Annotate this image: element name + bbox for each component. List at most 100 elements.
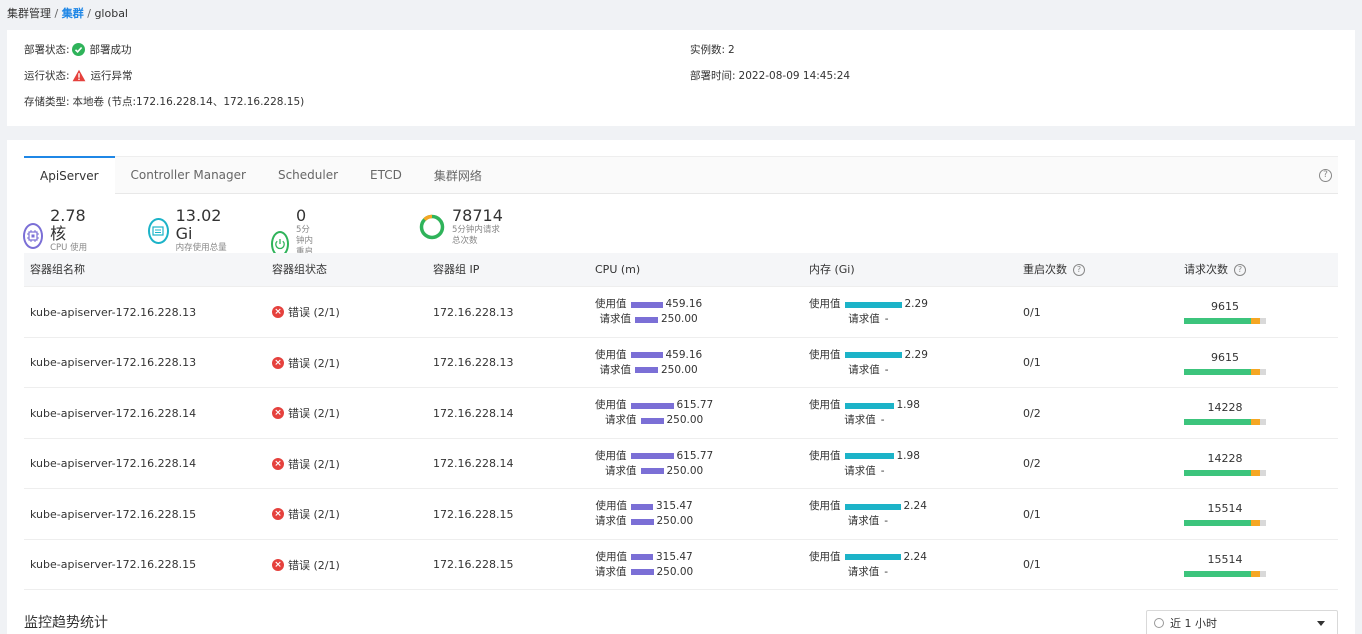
cpu-used-bar xyxy=(630,453,674,459)
success-check-icon xyxy=(71,43,85,56)
pod-ip: 172.16.228.13 xyxy=(433,356,514,369)
cpu-used-value: 459.16 xyxy=(665,348,703,361)
col-name: 容器组名称 xyxy=(30,263,85,276)
request-distribution-bar xyxy=(1184,368,1266,375)
col-restarts: 重启次数? xyxy=(1023,253,1085,287)
requests-help-icon[interactable]: ? xyxy=(1234,264,1246,276)
pod-status: × 错误 (2/1) xyxy=(272,540,340,590)
deploy-status-value: 部署成功 xyxy=(89,44,132,56)
pod-name[interactable]: kube-apiserver-172.16.228.13 xyxy=(30,338,196,388)
request-count: 9615 xyxy=(1184,338,1266,388)
cpu-request-value: 250.00 xyxy=(661,313,698,325)
col-status: 容器组状态 xyxy=(272,263,327,276)
trend-title: 监控趋势统计 xyxy=(24,615,108,631)
pod-status-text: 错误 (2/1) xyxy=(288,356,340,370)
stat-requests: 78714 5分钟内请求总次数 xyxy=(419,207,503,247)
table-header: 容器组名称 容器组状态 容器组 IP CPU (m) 内存 (Gi) 重启次数?… xyxy=(24,253,1338,287)
mem-request-value: - xyxy=(884,515,889,527)
mem-request-value: - xyxy=(884,363,889,376)
error-icon: × xyxy=(272,407,284,419)
col-requests: 请求次数? xyxy=(1184,253,1246,287)
col-ip: 容器组 IP xyxy=(433,263,480,276)
mem-request-value: - xyxy=(880,464,885,477)
cpu-used-value: 459.16 xyxy=(665,298,703,310)
restart-count: 0/1 xyxy=(1023,558,1041,571)
tab-controller-manager[interactable]: Controller Manager xyxy=(115,156,262,194)
error-icon: × xyxy=(272,508,284,520)
table-row: kube-apiserver-172.16.228.15 × 错误 (2/1) 172… xyxy=(24,489,1338,540)
request-count-value: 15514 xyxy=(1207,552,1243,566)
pod-name[interactable]: kube-apiserver-172.16.228.14 xyxy=(30,439,196,489)
request-distribution-bar xyxy=(1184,469,1266,476)
deploy-status: 部署状态: 部署成功 xyxy=(24,42,132,57)
cpu-request-value: 250.00 xyxy=(661,363,698,376)
cpu-metric: 使用值 615.77 请求值 250.00 xyxy=(595,388,713,438)
mem-used-bar xyxy=(844,352,902,358)
pod-name[interactable]: kube-apiserver-172.16.228.15 xyxy=(30,489,196,539)
instances: 实例数: 2 xyxy=(690,42,735,57)
tab-scheduler[interactable]: Scheduler xyxy=(262,156,354,194)
instances-label: 实例数: xyxy=(690,44,726,56)
cpu-request-bar xyxy=(630,518,654,525)
mem-used-bar xyxy=(844,301,902,308)
mem-used-label: 使用值 xyxy=(809,399,841,411)
breadcrumb-root[interactable]: 集群管理 xyxy=(7,7,51,20)
stat-memory: 13.02 Gi 内存使用总量 xyxy=(148,207,227,254)
pod-name[interactable]: kube-apiserver-172.16.228.15 xyxy=(30,540,196,590)
cpu-used-bar xyxy=(630,402,674,409)
pod-name[interactable]: kube-apiserver-172.16.228.13 xyxy=(30,287,196,337)
table-row: kube-apiserver-172.16.228.14 × 错误 (2/1) 172… xyxy=(24,439,1338,489)
request-distribution-bar xyxy=(1184,419,1266,425)
request-count-value: 14228 xyxy=(1207,451,1243,465)
ring-icon xyxy=(419,214,445,240)
cpu-used-label: 使用值 xyxy=(595,298,627,310)
tab-apiserver[interactable]: ApiServer xyxy=(24,156,115,194)
pod-status-text: 错误 (2/1) xyxy=(288,407,340,420)
table-row: kube-apiserver-172.16.228.13 × 错误 (2/1) 172… xyxy=(24,287,1338,338)
mem-used-label: 使用值 xyxy=(809,348,841,361)
request-distribution-bar xyxy=(1184,520,1266,526)
mem-used-label: 使用值 xyxy=(809,298,841,310)
warning-triangle-icon xyxy=(72,69,86,82)
component-panel: ApiServer Controller Manager Scheduler E… xyxy=(7,140,1355,634)
deploy-time-value: 2022-08-09 14:45:24 xyxy=(738,69,851,82)
time-range-select[interactable]: 近 1 小时 xyxy=(1146,610,1338,634)
restarts-help-icon[interactable]: ? xyxy=(1073,264,1085,276)
deploy-time-label: 部署时间: xyxy=(690,70,736,82)
pod-status-text: 错误 (2/1) xyxy=(288,306,340,319)
col-requests-label: 请求次数 xyxy=(1184,263,1228,276)
cpu-request-value: 250.00 xyxy=(656,515,694,527)
pod-name[interactable]: kube-apiserver-172.16.228.14 xyxy=(30,388,196,438)
memory-metric: 使用值 1.98 请求值 - xyxy=(809,439,920,489)
mem-used-value: 2.24 xyxy=(903,550,927,563)
pod-status: × 错误 (2/1) xyxy=(272,388,340,438)
help-icon[interactable]: ? xyxy=(1319,169,1332,182)
memory-icon xyxy=(148,217,169,244)
mem-request-label: 请求值 xyxy=(848,313,880,325)
pod-status-text: 错误 (2/1) xyxy=(288,508,340,521)
pod-ip: 172.16.228.13 xyxy=(433,305,514,319)
cpu-request-value: 250.00 xyxy=(656,565,694,578)
mem-used-label: 使用值 xyxy=(809,449,841,462)
error-icon: × xyxy=(272,558,284,571)
component-tabs: ApiServer Controller Manager Scheduler E… xyxy=(24,156,1338,194)
stat-requests-value: 78714 xyxy=(452,206,503,225)
col-cpu: CPU (m) xyxy=(595,263,641,276)
request-count: 14228 xyxy=(1184,439,1266,489)
pod-status-text: 错误 (2/1) xyxy=(288,558,340,572)
storage-value: 本地卷 (节点:172.16.228.14、172.16.228.15) xyxy=(72,96,305,108)
error-icon: × xyxy=(272,306,284,318)
pod-ip: 172.16.228.15 xyxy=(433,507,514,521)
mem-request-value: - xyxy=(880,414,885,426)
tab-etcd[interactable]: ETCD xyxy=(354,156,418,194)
storage-type: 存储类型: 本地卷 (节点:172.16.228.14、172.16.228.1… xyxy=(24,94,304,109)
memory-metric: 使用值 2.29 请求值 - xyxy=(809,287,928,337)
breadcrumb-sep: / xyxy=(54,7,59,20)
tab-cluster-network[interactable]: 集群网络 xyxy=(418,156,498,194)
breadcrumb-parent[interactable]: 集群 xyxy=(62,7,84,20)
cpu-request-label: 请求值 xyxy=(605,464,637,477)
mem-request-value: - xyxy=(884,565,889,578)
mem-used-bar xyxy=(844,554,901,560)
cpu-used-label: 使用值 xyxy=(595,348,627,361)
pod-status-text: 错误 (2/1) xyxy=(288,457,340,471)
